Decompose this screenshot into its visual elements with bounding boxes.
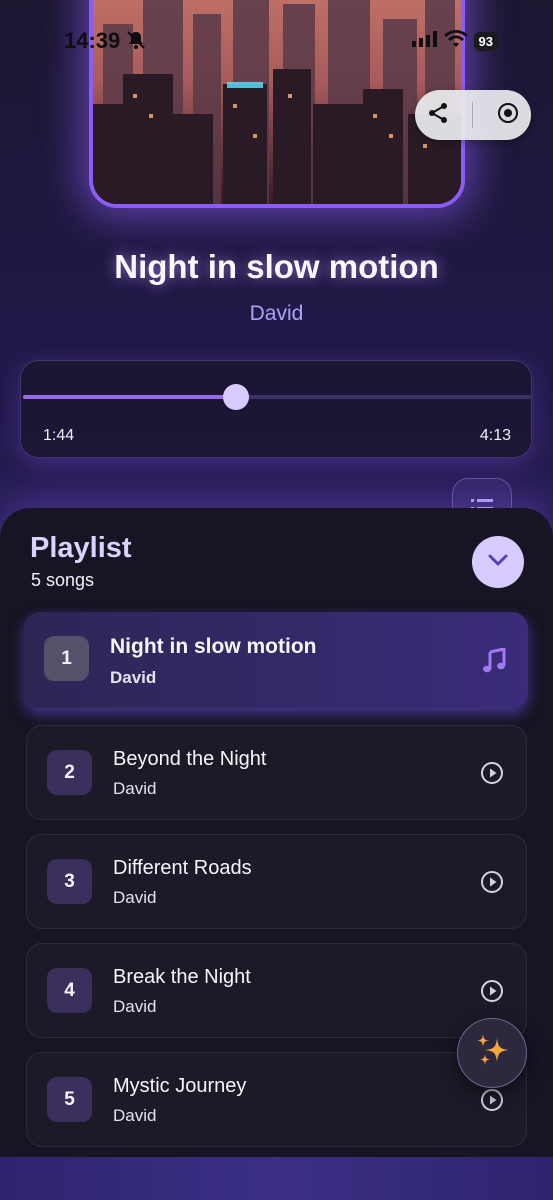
- song-artist: David: [113, 997, 157, 1016]
- ai-assistant-button[interactable]: [457, 1018, 527, 1088]
- song-artist: David: [113, 779, 157, 798]
- song-title: Different Roads: [113, 857, 252, 879]
- progress-fill: [23, 395, 237, 399]
- cellular-signal-icon: [411, 31, 438, 52]
- action-pill: [415, 90, 531, 140]
- song-title: Mystic Journey: [113, 1075, 247, 1097]
- progress-card: 1:44 4:13: [20, 360, 532, 458]
- song-title: Beyond the Night: [113, 748, 267, 770]
- song-title: Night in slow motion: [110, 635, 317, 658]
- play-circle-icon[interactable]: [480, 870, 504, 899]
- music-note-icon: [482, 647, 506, 679]
- play-circle-icon[interactable]: [480, 979, 504, 1008]
- battery-level: 93: [473, 32, 498, 51]
- song-artist: David: [110, 668, 157, 687]
- playlist-count: 5 songs: [31, 570, 95, 590]
- list-item[interactable]: 2 Beyond the Night David: [26, 725, 527, 820]
- list-item[interactable]: 5 Mystic Journey David: [26, 1052, 527, 1147]
- status-time: 14:39: [64, 28, 121, 53]
- status-bar: 14:39 93: [0, 0, 553, 80]
- playlist-title: Playlist: [30, 532, 132, 564]
- track-number: 5: [47, 1077, 92, 1122]
- collapse-button[interactable]: [472, 536, 524, 588]
- chevron-down-icon: [487, 553, 509, 572]
- progress-slider[interactable]: [23, 384, 531, 410]
- share-icon[interactable]: [426, 101, 450, 130]
- pill-divider: [472, 102, 474, 128]
- bell-off-icon: [126, 30, 146, 55]
- track-number: 2: [47, 750, 92, 795]
- total-duration: 4:13: [479, 427, 511, 444]
- track-artist[interactable]: David: [0, 302, 553, 326]
- track-title: Night in slow motion: [114, 248, 439, 285]
- play-circle-icon[interactable]: [480, 761, 504, 790]
- list-item[interactable]: 3 Different Roads David: [26, 834, 527, 929]
- track-number: 1: [44, 636, 89, 681]
- wifi-icon: [443, 30, 468, 53]
- sparkles-icon: [471, 1030, 513, 1077]
- elapsed-time: 1:44: [43, 427, 75, 444]
- playlist-sheet: Playlist 5 songs 1 Night in slow motion …: [0, 508, 553, 1200]
- bottom-bar: [0, 1157, 553, 1200]
- progress-thumb[interactable]: [223, 384, 250, 410]
- track-number: 4: [47, 968, 92, 1013]
- record-icon[interactable]: [496, 101, 520, 130]
- song-title: Break the Night: [113, 966, 251, 988]
- track-number: 3: [47, 859, 92, 904]
- list-item[interactable]: 1 Night in slow motion David: [24, 612, 528, 708]
- list-item[interactable]: 4 Break the Night David: [26, 943, 527, 1038]
- song-artist: David: [113, 888, 157, 907]
- play-circle-icon[interactable]: [480, 1088, 504, 1117]
- song-artist: David: [113, 1106, 157, 1125]
